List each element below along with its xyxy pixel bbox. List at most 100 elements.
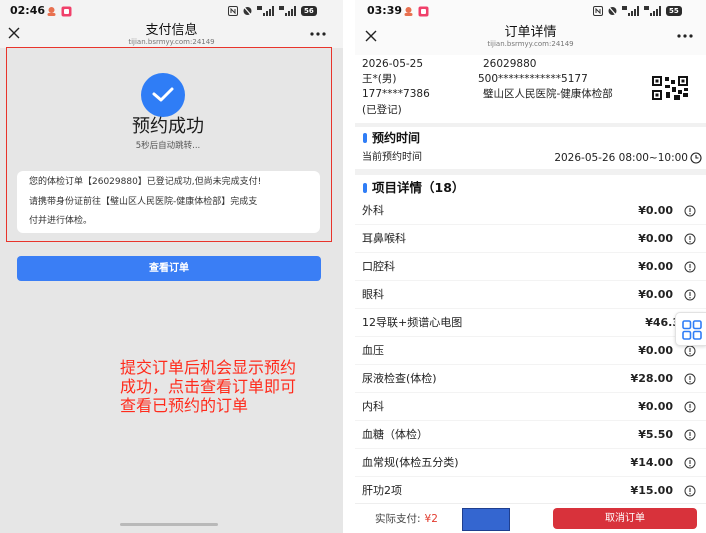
item-row[interactable]: 血常规(体检五分类) ¥14.00	[355, 449, 706, 477]
nfc-icon	[593, 6, 603, 16]
order-detail-screen: 03:39 55 订单详情 tijian.bsrmyy.com:24149 20…	[355, 0, 706, 533]
check-icon	[152, 87, 174, 102]
notification-icon	[418, 6, 429, 16]
page-url: tijian.bsrmyy.com:24149	[128, 38, 215, 46]
item-row[interactable]: 血糖（体检） ¥5.50	[355, 421, 706, 449]
notification-icon	[61, 6, 72, 16]
status-bar: 02:46 56	[0, 0, 343, 22]
info-icon[interactable]	[684, 457, 696, 469]
item-row[interactable]: 眼科 ¥0.00	[355, 281, 706, 309]
notification-icon	[47, 6, 56, 16]
info-icon[interactable]	[684, 233, 696, 245]
item-price: ¥0.00	[638, 288, 673, 301]
more-icon[interactable]	[676, 33, 694, 39]
info-icon[interactable]	[684, 429, 696, 441]
annotation-text: 提交订单后机会显示预约 成功，点击查看订单即可 查看已预约的订单	[120, 358, 335, 415]
signal-icon	[622, 6, 639, 16]
item-price: ¥0.00	[638, 344, 673, 357]
status-time: 02:46	[10, 4, 46, 17]
page-header: 支付信息 tijian.bsrmyy.com:24149	[0, 22, 343, 48]
info-icon[interactable]	[684, 485, 696, 497]
item-name: 内科	[362, 400, 384, 413]
phone-number: 177****7386	[362, 88, 430, 100]
more-icon[interactable]	[309, 31, 327, 37]
bottom-action-bar: 实际支付: ¥2 取消订单	[355, 503, 706, 533]
battery-icon: 55	[666, 6, 682, 16]
item-name: 外科	[362, 204, 384, 217]
notice-card: 您的体检订单【26029880】已登记成功,但尚未完成支付! 请携带身份证前往【…	[17, 171, 320, 233]
payment-info-screen: 02:46 56 支付信息 tijian.bsrmyy.com:24149 预约…	[0, 0, 343, 533]
home-indicator[interactable]	[120, 523, 218, 526]
item-row[interactable]: 内科 ¥0.00	[355, 393, 706, 421]
section-marker	[363, 133, 367, 143]
status-bar: 03:39 55	[355, 0, 706, 22]
qr-code-icon[interactable]	[652, 76, 688, 100]
info-icon[interactable]	[684, 345, 696, 357]
info-icon[interactable]	[684, 205, 696, 217]
clock-icon[interactable]	[690, 152, 702, 164]
page-header: 订单详情 tijian.bsrmyy.com:24149	[355, 22, 706, 55]
item-row[interactable]: 血压 ¥0.00	[355, 337, 706, 365]
item-price: ¥0.00	[638, 204, 673, 217]
cancel-order-button[interactable]: 取消订单	[553, 508, 697, 529]
patient-name: 王*(男)	[362, 73, 397, 85]
info-icon[interactable]	[684, 401, 696, 413]
nfc-icon	[228, 6, 238, 16]
info-icon[interactable]	[684, 373, 696, 385]
signal-icon	[279, 6, 296, 16]
item-price: ¥0.00	[638, 400, 673, 413]
info-icon[interactable]	[684, 289, 696, 301]
hospital-name: 璧山区人民医院-健康体检部	[483, 88, 613, 100]
appointment-time: 2026-05-26 08:00~10:00	[554, 152, 688, 164]
item-row[interactable]: 外科 ¥0.00	[355, 197, 706, 225]
notification-icons	[403, 5, 429, 17]
item-price: ¥14.00	[630, 456, 673, 469]
view-order-button[interactable]: 查看订单	[17, 256, 321, 281]
annotation-line: 查看已预约的订单	[120, 396, 249, 415]
floating-menu-button[interactable]	[675, 312, 706, 346]
system-icons: 56	[228, 5, 317, 17]
page-url: tijian.bsrmyy.com:24149	[487, 40, 574, 48]
order-status: (已登记)	[362, 104, 402, 116]
system-icons: 55	[593, 5, 682, 17]
item-row[interactable]: 尿液检查(体检) ¥28.00	[355, 365, 706, 393]
order-info-card: 2026-05-25 26029880 王*(男) 500***********…	[355, 55, 706, 123]
notification-icon	[404, 6, 413, 16]
item-row[interactable]: 耳鼻喉科 ¥0.00	[355, 225, 706, 253]
paid-amount: ¥2	[424, 513, 438, 525]
item-name: 血压	[362, 344, 384, 357]
item-row[interactable]: 口腔科 ¥0.00	[355, 253, 706, 281]
signal-icon	[257, 6, 274, 16]
paid-summary: 实际支付: ¥2	[375, 509, 438, 529]
item-price: ¥5.50	[638, 428, 673, 441]
appointment-label: 当前预约时间	[362, 152, 422, 163]
page-title: 订单详情	[504, 25, 557, 40]
notice-line: 请携带身份证前往【璧山区人民医院-健康体检部】完成支	[29, 196, 258, 207]
item-row[interactable]: 12导联+频谱心电图 ¥46.3	[355, 309, 706, 337]
info-icon[interactable]	[684, 261, 696, 273]
annotation-line: 提交订单后机会显示预约	[120, 358, 297, 377]
item-name: 血糖（体检）	[362, 428, 428, 441]
item-price: ¥0.00	[638, 260, 673, 273]
appointment-section-title: 预约时间	[372, 131, 421, 145]
mute-icon	[243, 6, 252, 16]
item-price: ¥0.00	[638, 232, 673, 245]
item-name: 尿液检查(体检)	[362, 372, 437, 385]
order-date: 2026-05-25	[362, 58, 424, 70]
item-price: ¥15.00	[630, 484, 673, 497]
item-name: 12导联+频谱心电图	[362, 316, 463, 329]
success-title: 预约成功	[132, 116, 204, 137]
item-name: 肝功2项	[362, 484, 402, 497]
section-marker	[363, 183, 367, 193]
items-section-title: 项目详情（18）	[372, 180, 465, 195]
item-name: 口腔科	[362, 260, 395, 273]
status-time: 03:39	[367, 4, 403, 17]
notification-icons	[46, 5, 72, 17]
mute-icon	[608, 6, 617, 16]
item-name: 血常规(体检五分类)	[362, 456, 459, 469]
id-number: 500************5177	[478, 73, 588, 85]
item-row[interactable]: 肝功2项 ¥15.00	[355, 477, 706, 505]
signal-icon	[644, 6, 661, 16]
notice-line: 付并进行体检。	[29, 216, 93, 226]
appointment-card: 预约时间 当前预约时间 2026-05-26 08:00~10:00	[355, 127, 706, 169]
